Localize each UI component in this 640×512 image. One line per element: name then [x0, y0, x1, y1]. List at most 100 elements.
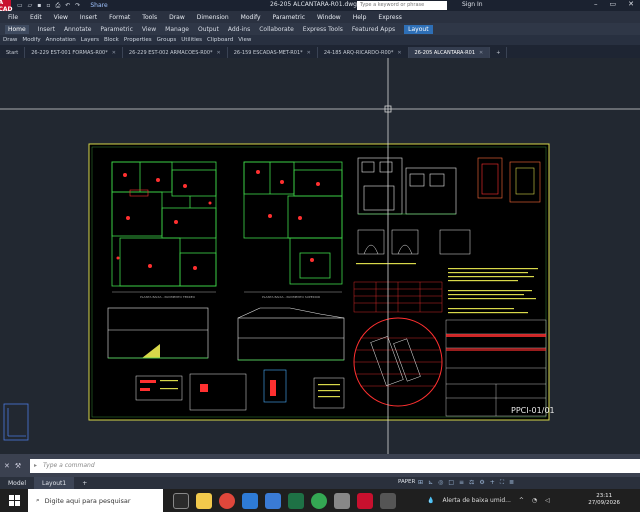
tab-manage[interactable]: Manage [165, 26, 189, 33]
panel-annotation[interactable]: Annotation [46, 37, 76, 43]
close-icon[interactable]: ✕ [397, 50, 401, 56]
panel-layers[interactable]: Layers [81, 37, 99, 43]
close-icon[interactable]: ✕ [4, 462, 10, 470]
close-icon[interactable]: ✕ [217, 50, 221, 56]
new-tab-button[interactable]: + [490, 47, 508, 58]
tab-annotate[interactable]: Annotate [64, 26, 91, 33]
panel-groups[interactable]: Groups [157, 37, 177, 43]
close-icon[interactable]: ✕ [628, 0, 634, 8]
drawing-canvas[interactable]: PLANTA BAIXA - PAVIMENTO TERREO PLANTA B… [0, 58, 640, 454]
tab-output[interactable]: Output [198, 26, 219, 33]
minimize-icon[interactable]: – [594, 0, 598, 8]
menu-draw[interactable]: Draw [169, 14, 185, 21]
file-tab-active[interactable]: 26-205 ALCANTARA-R01 ✕ [408, 47, 491, 58]
tab-parametric[interactable]: Parametric [100, 26, 133, 33]
menu-tools[interactable]: Tools [142, 14, 157, 21]
maximize-icon[interactable]: ▭ [610, 0, 617, 8]
panel-modify[interactable]: Modify [22, 37, 40, 43]
file-tab-label: 26-159 ESCADAS-MET-R01* [233, 49, 303, 56]
menu-file[interactable]: File [8, 14, 18, 21]
add-layout-button[interactable]: + [74, 477, 95, 489]
annotation-scale-icon[interactable]: ⚖ [469, 479, 474, 487]
panel-block[interactable]: Block [104, 37, 119, 43]
redo-icon[interactable]: ↷ [75, 2, 80, 10]
autocad-logo[interactable]: A CAD [0, 0, 13, 13]
lineweight-icon[interactable]: ≡ [459, 479, 464, 487]
file-tab-label: Start [6, 49, 19, 56]
edge-icon[interactable] [380, 492, 396, 509]
menu-format[interactable]: Format [109, 14, 130, 21]
osnap-icon[interactable]: □ [448, 479, 454, 487]
panel-draw[interactable]: Draw [3, 37, 17, 43]
ortho-icon[interactable]: ⊾ [428, 479, 433, 487]
tab-add-ins[interactable]: Add-ins [228, 26, 250, 33]
tab-collaborate[interactable]: Collaborate [259, 26, 294, 33]
open-icon[interactable]: ▱ [28, 2, 33, 10]
menu-express[interactable]: Express [378, 14, 401, 21]
help-search-input[interactable]: Type a keyword or phrase [357, 1, 447, 10]
close-icon[interactable]: ✕ [112, 50, 116, 56]
undo-icon[interactable]: ↶ [65, 2, 70, 10]
panel-view[interactable]: View [238, 37, 251, 43]
new-icon[interactable]: ▭ [17, 2, 23, 10]
sign-in-button[interactable]: Sign In [462, 1, 483, 8]
weather-icon[interactable]: 💧 [427, 497, 434, 504]
panel-utilities[interactable]: Utilities [181, 37, 202, 43]
command-input[interactable]: ▸ Type a command [30, 458, 640, 473]
menu-window[interactable]: Window [317, 14, 341, 21]
add-icon[interactable]: + [490, 479, 495, 487]
network-icon[interactable]: ◔ [532, 497, 537, 504]
menu-parametric[interactable]: Parametric [273, 14, 306, 21]
menu-icon[interactable]: ≣ [509, 479, 514, 487]
paper-space-indicator[interactable]: PAPER [398, 479, 415, 485]
panel-properties[interactable]: Properties [124, 37, 152, 43]
polar-icon[interactable]: ◎ [438, 479, 443, 487]
snap-icon[interactable]: ⊞ [418, 479, 423, 487]
fullscreen-icon[interactable]: ⛶ [500, 479, 504, 487]
menu-modify[interactable]: Modify [241, 14, 261, 21]
volume-icon[interactable]: ◁ [545, 497, 550, 504]
close-icon[interactable]: ✕ [479, 50, 483, 56]
taskbar-search-input[interactable]: ⌕ Digite aqui para pesquisar [28, 489, 163, 512]
autocad-taskbar-icon[interactable] [357, 492, 373, 509]
task-view-icon[interactable] [173, 492, 189, 509]
share-button[interactable]: Share [90, 2, 107, 9]
copilot-icon[interactable] [219, 492, 235, 509]
menu-edit[interactable]: Edit [30, 14, 42, 21]
panel-clipboard[interactable]: Clipboard [207, 37, 233, 43]
menu-view[interactable]: View [54, 14, 68, 21]
file-tab[interactable]: 26-229 EST-002 ARMACOES-R00* ✕ [123, 47, 228, 58]
workspace-gear-icon[interactable]: ⚙ [479, 479, 484, 487]
file-tab[interactable]: 26-159 ESCADAS-MET-R01* ✕ [228, 47, 318, 58]
tab-insert[interactable]: Insert [38, 26, 55, 33]
menu-dimension[interactable]: Dimension [197, 14, 229, 21]
tray-overflow-icon[interactable]: ^ [519, 497, 524, 504]
excel-icon[interactable] [288, 492, 304, 509]
menu-insert[interactable]: Insert [80, 14, 97, 21]
save-icon[interactable]: ▪ [37, 2, 41, 10]
tab-layout1[interactable]: Layout1 [34, 477, 75, 489]
save-as-icon[interactable]: ▫ [46, 2, 50, 10]
taskbar-clock[interactable]: 23:11 27/09/2026 [588, 493, 620, 507]
weather-notification[interactable]: Alerta de baixa umid... [442, 497, 510, 504]
menu-help[interactable]: Help [353, 14, 367, 21]
outlook-icon[interactable] [242, 492, 258, 509]
store-icon[interactable] [334, 492, 350, 509]
chrome-icon[interactable] [311, 492, 327, 509]
file-tab[interactable]: 24-185 ARQ-RICARDO-R00* ✕ [318, 47, 409, 58]
tab-featured-apps[interactable]: Featured Apps [352, 26, 395, 33]
file-tab[interactable]: 26-229 EST-001 FORMAS-R00* ✕ [25, 47, 123, 58]
windows-logo-icon [8, 495, 20, 506]
tab-layout[interactable]: Layout [404, 24, 433, 34]
tab-view[interactable]: View [142, 26, 156, 33]
print-icon[interactable]: ⎙ [55, 2, 60, 10]
tab-express-tools[interactable]: Express Tools [303, 26, 343, 33]
wrench-icon[interactable]: ⚒ [15, 462, 21, 470]
word-icon[interactable] [265, 492, 281, 509]
file-explorer-icon[interactable] [196, 492, 212, 509]
file-tab-start[interactable]: Start [0, 47, 26, 58]
windows-start-button[interactable] [0, 489, 28, 512]
tab-model[interactable]: Model [0, 477, 34, 489]
tab-home[interactable]: Home [5, 24, 29, 34]
close-icon[interactable]: ✕ [307, 50, 311, 56]
